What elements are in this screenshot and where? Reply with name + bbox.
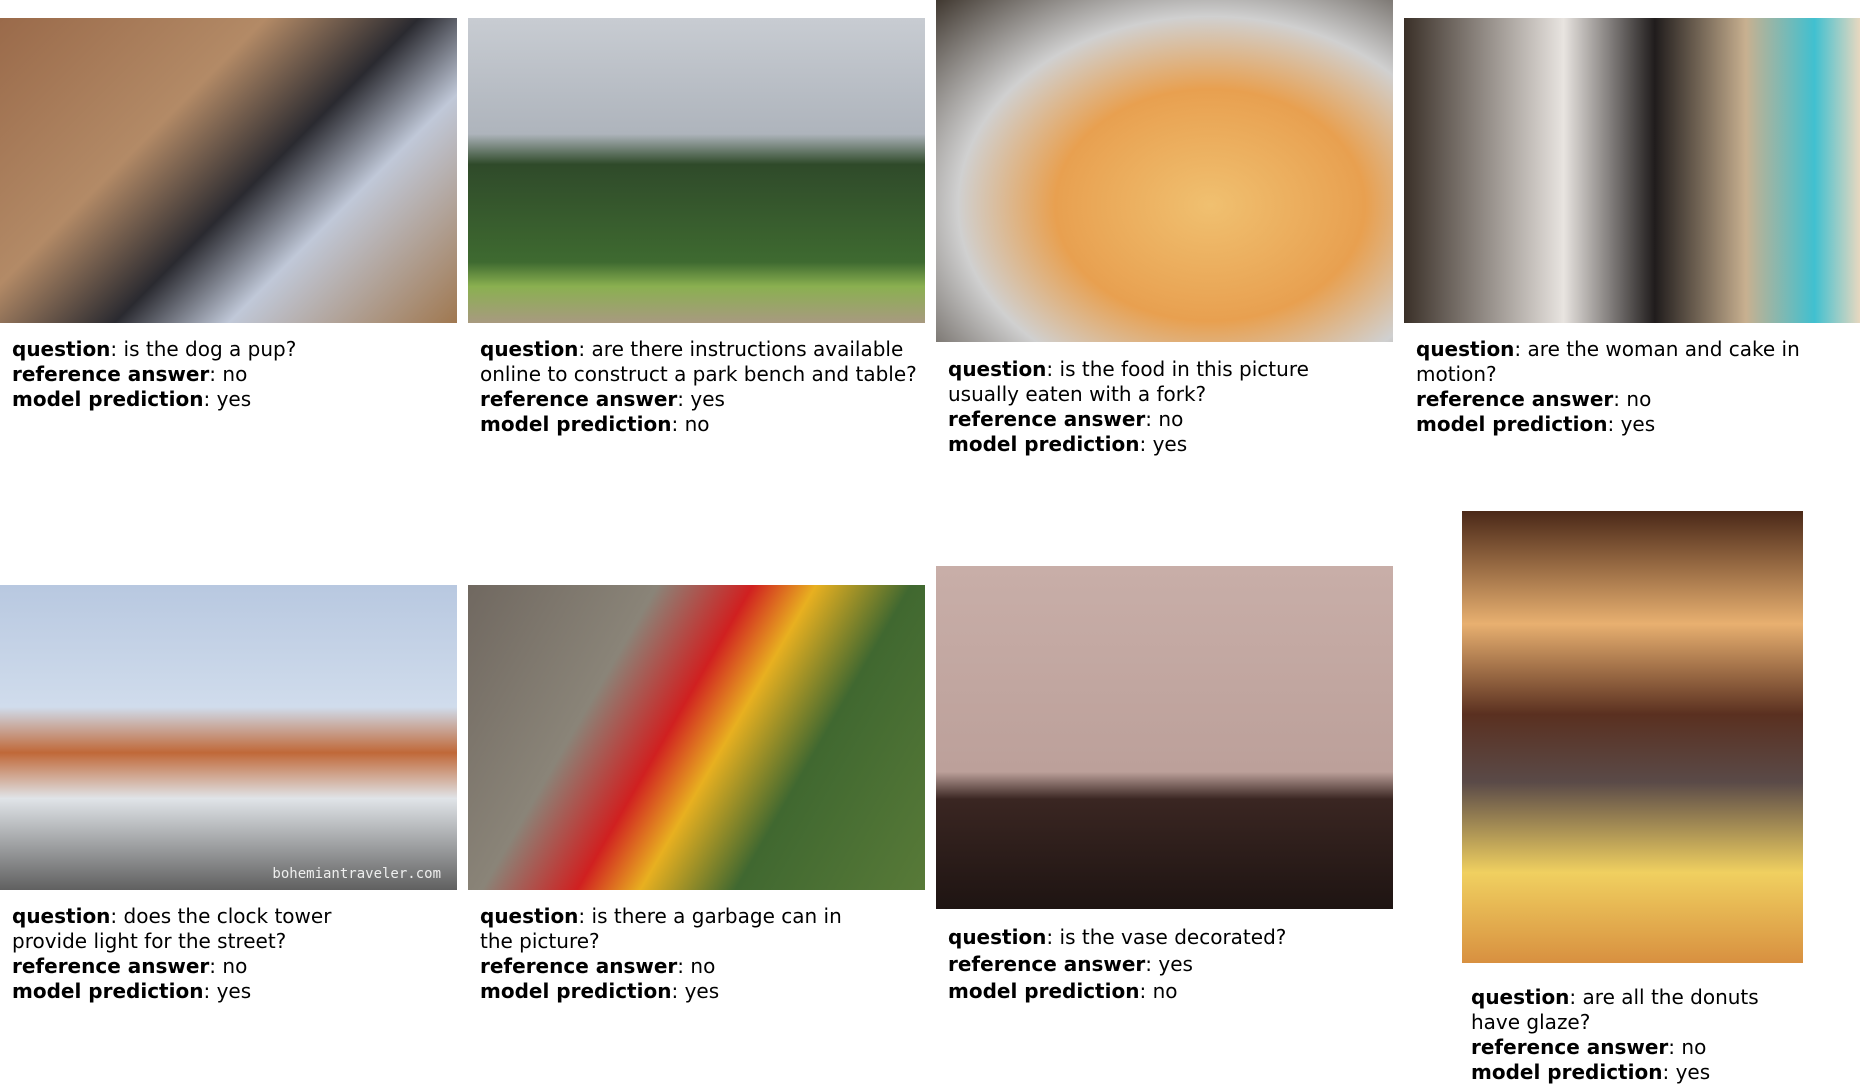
field-label: model prediction bbox=[1471, 1060, 1663, 1084]
field-label: model prediction bbox=[948, 979, 1140, 1003]
caption-5: question: does the clock tower provide l… bbox=[12, 904, 332, 1003]
example-image-3 bbox=[936, 0, 1393, 342]
field-label: reference answer bbox=[12, 362, 210, 386]
field-label: reference answer bbox=[480, 954, 678, 978]
field-label: question bbox=[480, 337, 579, 361]
field-label: reference answer bbox=[1471, 1035, 1669, 1059]
model-prediction: no bbox=[1152, 979, 1178, 1003]
field-label: question bbox=[948, 925, 1047, 949]
field-label: question bbox=[12, 337, 111, 361]
field-label: reference answer bbox=[480, 387, 678, 411]
model-prediction: yes bbox=[216, 387, 252, 411]
field-label: model prediction bbox=[1416, 412, 1608, 436]
question-text: is the vase decorated? bbox=[1059, 925, 1287, 949]
model-prediction: yes bbox=[1620, 412, 1656, 436]
field-label: model prediction bbox=[12, 979, 204, 1003]
field-label: question bbox=[1471, 985, 1570, 1009]
example-image-5: bohemiantraveler.com bbox=[0, 585, 457, 890]
field-label: model prediction bbox=[12, 387, 204, 411]
example-image-8 bbox=[1462, 511, 1803, 963]
example-image-6 bbox=[468, 585, 925, 890]
reference-answer: no bbox=[222, 362, 248, 386]
example-image-4 bbox=[1404, 18, 1860, 323]
example-image-7 bbox=[936, 566, 1393, 909]
model-prediction: yes bbox=[1675, 1060, 1711, 1084]
caption-8: question: are all the donuts have glaze?… bbox=[1471, 985, 1759, 1084]
caption-6: question: is there a garbage can in the … bbox=[480, 904, 842, 1003]
reference-answer: yes bbox=[690, 387, 725, 411]
caption-7: question: is the vase decorated? referen… bbox=[948, 925, 1287, 1003]
reference-answer: no bbox=[690, 954, 716, 978]
example-image-1 bbox=[0, 18, 457, 323]
field-label: model prediction bbox=[480, 979, 672, 1003]
field-label: reference answer bbox=[948, 407, 1146, 431]
reference-answer: no bbox=[1158, 407, 1184, 431]
field-label: reference answer bbox=[1416, 387, 1614, 411]
reference-answer: yes bbox=[1158, 952, 1193, 976]
reference-answer: no bbox=[1626, 387, 1652, 411]
field-label: model prediction bbox=[480, 412, 672, 436]
model-prediction: yes bbox=[684, 979, 720, 1003]
model-prediction: yes bbox=[1152, 432, 1188, 456]
example-image-2 bbox=[468, 18, 925, 323]
caption-4: question: are the woman and cake in moti… bbox=[1416, 337, 1800, 436]
image-watermark: bohemiantraveler.com bbox=[272, 866, 441, 882]
caption-3: question: is the food in this picture us… bbox=[948, 357, 1309, 456]
field-label: question bbox=[480, 904, 579, 928]
question-text: is the dog a pup? bbox=[123, 337, 297, 361]
field-label: reference answer bbox=[948, 952, 1146, 976]
caption-2: question: are there instructions availab… bbox=[480, 337, 917, 436]
model-prediction: no bbox=[684, 412, 710, 436]
field-label: question bbox=[948, 357, 1047, 381]
model-prediction: yes bbox=[216, 979, 252, 1003]
field-label: question bbox=[1416, 337, 1515, 361]
field-label: question bbox=[12, 904, 111, 928]
field-label: model prediction bbox=[948, 432, 1140, 456]
reference-answer: no bbox=[1681, 1035, 1707, 1059]
field-label: reference answer bbox=[12, 954, 210, 978]
reference-answer: no bbox=[222, 954, 248, 978]
caption-1: question: is the dog a pup? reference an… bbox=[12, 337, 297, 411]
